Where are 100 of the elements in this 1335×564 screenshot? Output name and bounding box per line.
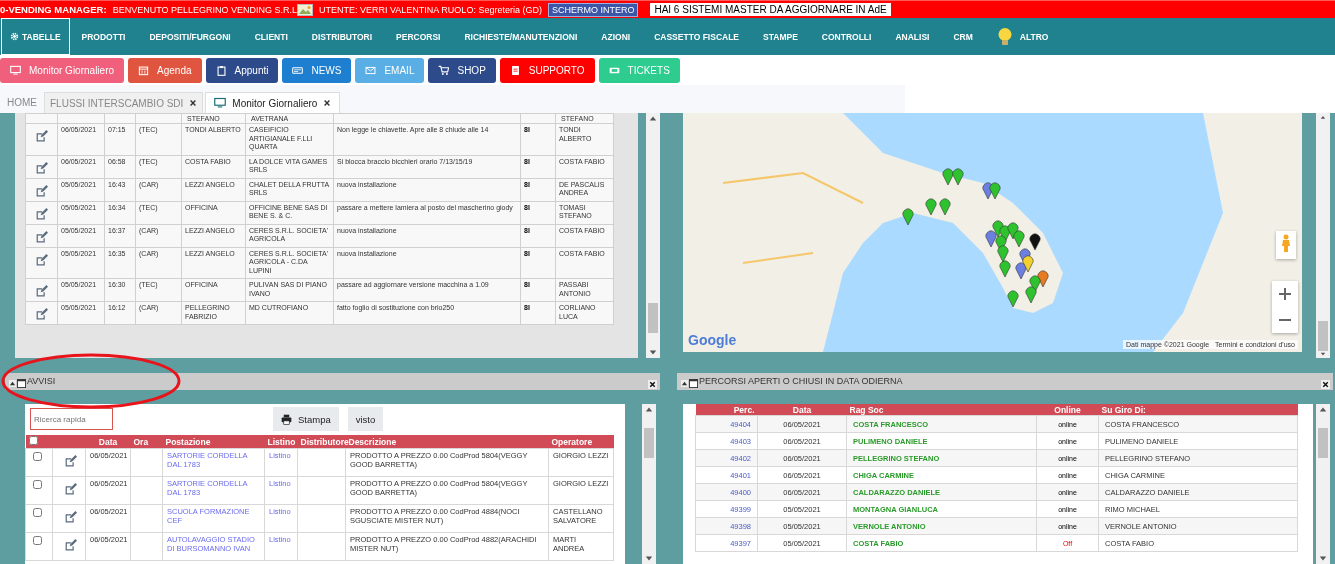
calendar-icon: [138, 64, 150, 76]
edit-icon[interactable]: [64, 539, 77, 552]
nav-item[interactable]: PRODOTTI: [69, 18, 138, 55]
monitor-icon: [214, 97, 227, 109]
zoom-in-button[interactable]: [1272, 281, 1298, 307]
edit-icon[interactable]: [35, 161, 48, 175]
edit-icon[interactable]: [35, 207, 48, 221]
quick-button[interactable]: Agenda: [128, 57, 202, 83]
edit-icon[interactable]: [64, 511, 77, 524]
scrollbar-thumb[interactable]: [1318, 320, 1328, 351]
nav-item[interactable]: RICHIESTE/MANUTENZIONI: [452, 18, 590, 55]
scrollbar-thumb[interactable]: [648, 303, 658, 333]
tab[interactable]: Monitor Giornaliero: [205, 92, 341, 113]
scrollbar[interactable]: [1316, 404, 1330, 564]
seen-button[interactable]: visto: [347, 407, 384, 431]
nav-item[interactable]: PERCORSI: [384, 18, 453, 55]
nav-item[interactable]: CRM: [941, 18, 985, 55]
nav-item[interactable]: CLIENTI: [242, 18, 300, 55]
scrollbar-thumb[interactable]: [1318, 428, 1328, 458]
printer-icon: [281, 413, 292, 425]
close-icon[interactable]: [323, 99, 332, 107]
nav-item[interactable]: ALTRO: [984, 18, 1061, 55]
column-header: Rag Soc: [846, 404, 1037, 416]
scrollbar[interactable]: [1316, 113, 1330, 358]
column-header: Perc.: [695, 404, 758, 416]
column-header: Operatore: [548, 435, 614, 449]
edit-icon[interactable]: [64, 483, 77, 496]
quick-button[interactable]: Monitor Giornaliero: [0, 57, 125, 83]
edit-icon[interactable]: [35, 230, 48, 244]
plus-icon: [1279, 288, 1291, 300]
document-icon: [509, 64, 521, 76]
checkbox[interactable]: [33, 508, 42, 517]
checkbox[interactable]: [33, 536, 42, 545]
tab[interactable]: HOME: [2, 92, 42, 113]
quick-button[interactable]: EMAIL: [355, 57, 425, 83]
column-header: Online: [1036, 404, 1099, 416]
maximize-icon[interactable]: [17, 379, 26, 388]
maximize-icon[interactable]: [689, 379, 698, 388]
app-title: 0-VENDING MANAGER:: [0, 4, 107, 15]
scroll-down-icon[interactable]: [645, 554, 653, 562]
column-header: Listino: [264, 435, 298, 449]
close-icon[interactable]: [1321, 380, 1330, 389]
checkbox[interactable]: [33, 452, 42, 461]
scrollbar[interactable]: [646, 113, 660, 358]
edit-icon[interactable]: [35, 253, 48, 267]
column-header: Ora: [130, 435, 163, 449]
close-icon[interactable]: [648, 380, 657, 389]
user-info: UTENTE: VERRI VALENTINA RUOLO: Segreteria (GD): [319, 4, 542, 15]
collapse-icon[interactable]: [681, 380, 688, 387]
nav-item[interactable]: CASSETTO FISCALE: [642, 18, 752, 55]
nav-item[interactable]: AZIONI: [589, 18, 643, 55]
envelope-icon: [365, 64, 377, 76]
column-header: Postazione: [162, 435, 265, 449]
quick-button[interactable]: Appunti: [205, 57, 279, 83]
edit-icon[interactable]: [35, 130, 48, 143]
cart-icon: [438, 64, 450, 76]
column-header: Data: [85, 435, 131, 449]
scroll-up-icon[interactable]: [645, 406, 653, 414]
nav-item[interactable]: STAMPE: [751, 18, 810, 55]
alert-message: HAI 6 SISTEMI MASTER DA AGGIORNARE IN AdE: [650, 3, 891, 16]
lightbulb-icon: [996, 26, 1013, 47]
zoom-out-button[interactable]: [1272, 307, 1298, 333]
column-header: Su Giro Di:: [1098, 404, 1298, 416]
nav-item[interactable]: CONTROLLI: [809, 18, 884, 55]
edit-icon[interactable]: [35, 285, 48, 298]
scroll-down-icon[interactable]: [649, 348, 657, 356]
scrollbar-thumb[interactable]: [644, 428, 654, 458]
nav-item[interactable]: TABELLE: [1, 18, 70, 55]
scroll-down-icon[interactable]: [1319, 554, 1327, 562]
search-field[interactable]: Ricerca rapida: [30, 408, 113, 430]
edit-icon[interactable]: [35, 184, 48, 198]
scroll-up-icon[interactable]: [1319, 406, 1327, 414]
column-header: Data: [757, 404, 847, 416]
checkbox[interactable]: [33, 480, 42, 489]
edit-icon[interactable]: [64, 455, 77, 468]
nav-item[interactable]: ANALISI: [883, 18, 942, 55]
quick-button[interactable]: NEWS: [282, 57, 352, 83]
scroll-up-icon[interactable]: [1319, 115, 1327, 121]
settings-icon: [10, 32, 19, 41]
print-button[interactable]: Stampa: [273, 407, 339, 431]
nav-item[interactable]: DEPOSITI/FURGONI: [137, 18, 243, 55]
welcome-text: BENVENUTO PELLEGRINO VENDING S.R.L: [112, 4, 297, 15]
fullscreen-button[interactable]: SCHERMO INTERO: [547, 2, 639, 17]
monitor-icon: [10, 64, 21, 76]
panel-title: AVVISI: [27, 376, 57, 386]
quick-button[interactable]: SHOP: [428, 57, 496, 83]
card-icon: [292, 64, 304, 76]
map-logo: Google: [688, 332, 737, 348]
edit-icon[interactable]: [35, 308, 48, 321]
checkbox[interactable]: [28, 436, 38, 445]
picture-icon: [297, 3, 313, 16]
collapse-icon[interactable]: [9, 380, 16, 387]
nav-item[interactable]: DISTRIBUTORI: [299, 18, 385, 55]
panel-title: PERCORSI APERTI O CHIUSI IN DATA ODIERNA: [699, 376, 904, 386]
tab[interactable]: FLUSSI INTERSCAMBIO SDI: [44, 92, 204, 113]
scrollbar[interactable]: [642, 404, 656, 564]
close-icon[interactable]: [189, 99, 198, 107]
scroll-up-icon[interactable]: [649, 115, 657, 123]
quick-button[interactable]: SUPPORTO: [499, 57, 595, 83]
clipboard-icon: [215, 64, 227, 76]
